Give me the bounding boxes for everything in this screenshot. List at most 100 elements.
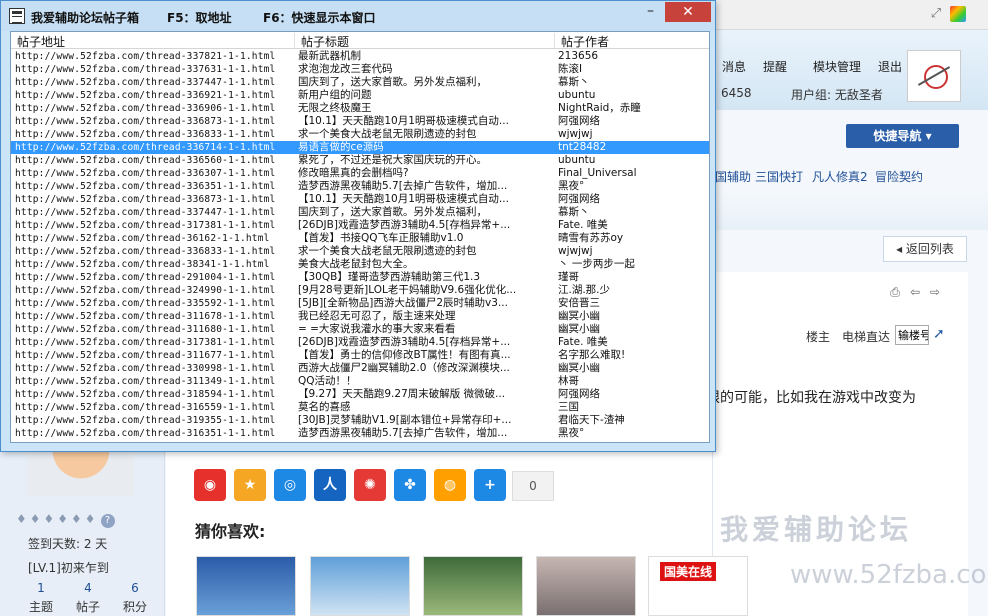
user-avatar[interactable] bbox=[907, 50, 961, 102]
nav-reminders[interactable]: 提醒 bbox=[763, 58, 787, 75]
floor-owner-label[interactable]: 楼主 bbox=[806, 328, 830, 345]
recommend-thumb[interactable] bbox=[536, 556, 636, 616]
list-row[interactable]: http://www.52fzba.com/thread-337447-1-1.… bbox=[11, 76, 709, 89]
list-row[interactable]: http://www.52fzba.com/thread-319355-1-1.… bbox=[11, 414, 709, 427]
nav-module-manage[interactable]: 模块管理 bbox=[813, 58, 861, 75]
list-row[interactable]: http://www.52fzba.com/thread-311678-1-1.… bbox=[11, 310, 709, 323]
share-weibo-icon[interactable]: ◉ bbox=[194, 469, 226, 501]
list-row[interactable]: http://www.52fzba.com/thread-36162-1-1.h… bbox=[11, 232, 709, 245]
quick-nav-button[interactable]: 快捷导航 ▾ bbox=[846, 124, 959, 148]
user-credits[interactable]: 6458 bbox=[721, 86, 752, 100]
list-row[interactable]: http://www.52fzba.com/thread-38341-1-1.h… bbox=[11, 258, 709, 271]
user-group[interactable]: 用户组: 无敌圣者 bbox=[791, 86, 883, 103]
list-row[interactable]: http://www.52fzba.com/thread-291004-1-1.… bbox=[11, 271, 709, 284]
next-thread-icon[interactable]: ⇨ bbox=[927, 285, 943, 299]
list-row[interactable]: http://www.52fzba.com/thread-317381-1-1.… bbox=[11, 336, 709, 349]
list-row[interactable]: http://www.52fzba.com/thread-311349-1-1.… bbox=[11, 375, 709, 388]
post-title: [26DJB]戏霞造梦西游3辅助4.5[存档异常+... bbox=[298, 219, 511, 231]
hotkey-show-hint: F6：快速显示本窗口 bbox=[263, 11, 376, 25]
list-row[interactable]: http://www.52fzba.com/thread-311680-1-1.… bbox=[11, 323, 709, 336]
share-netease-icon[interactable]: ✺ bbox=[354, 469, 386, 501]
post-url: http://www.52fzba.com/thread-335592-1-1.… bbox=[15, 298, 276, 309]
list-row[interactable]: http://www.52fzba.com/thread-337631-1-1.… bbox=[11, 63, 709, 76]
post-title: [5JB][全新物品]西游大战僵尸2辰时辅助v3... bbox=[298, 297, 508, 309]
browser-app-icon[interactable] bbox=[950, 6, 966, 22]
subnav-item[interactable]: 国辅助 bbox=[715, 168, 751, 185]
recommend-thumb[interactable] bbox=[310, 556, 410, 616]
list-row[interactable]: http://www.52fzba.com/thread-336833-1-1.… bbox=[11, 245, 709, 258]
list-row[interactable]: http://www.52fzba.com/thread-316351-1-1.… bbox=[11, 427, 709, 440]
post-author: 林哥 bbox=[558, 375, 579, 387]
minimize-button[interactable]: – bbox=[637, 2, 664, 22]
author-avatar[interactable] bbox=[28, 450, 134, 496]
post-author: 黑夜° bbox=[558, 180, 585, 192]
list-row[interactable]: http://www.52fzba.com/thread-336873-1-1.… bbox=[11, 115, 709, 128]
share-qzone-icon[interactable]: ★ bbox=[234, 469, 266, 501]
stat-number: 1 bbox=[37, 581, 45, 595]
post-author: 瑾哥 bbox=[558, 271, 579, 283]
floor-number-input[interactable] bbox=[895, 325, 929, 345]
app-icon[interactable] bbox=[9, 8, 25, 24]
post-url: http://www.52fzba.com/thread-336873-1-1.… bbox=[15, 116, 276, 127]
recommend-thumb[interactable] bbox=[196, 556, 296, 616]
medal-gems-icon: ♦♦♦♦♦♦ bbox=[16, 512, 99, 526]
help-icon[interactable]: ? bbox=[100, 514, 115, 528]
list-row[interactable]: http://www.52fzba.com/thread-336351-1-1.… bbox=[11, 180, 709, 193]
post-author: 慕斯丶 bbox=[558, 206, 590, 218]
stat-points[interactable]: 6 积分 bbox=[113, 581, 157, 615]
stat-posts[interactable]: 4 帖子 bbox=[66, 581, 110, 615]
list-row[interactable]: http://www.52fzba.com/thread-324990-1-1.… bbox=[11, 284, 709, 297]
recommend-thumb[interactable] bbox=[423, 556, 523, 616]
print-icon[interactable]: ⎙ bbox=[887, 285, 903, 299]
fullscreen-icon[interactable]: ⤢ bbox=[928, 6, 944, 22]
subnav-item[interactable]: 三国快打 bbox=[755, 168, 803, 185]
list-row[interactable]: http://www.52fzba.com/thread-337447-1-1.… bbox=[11, 206, 709, 219]
list-row[interactable]: http://www.52fzba.com/thread-335592-1-1.… bbox=[11, 297, 709, 310]
list-row[interactable]: http://www.52fzba.com/thread-337821-1-1.… bbox=[11, 50, 709, 63]
column-header-url[interactable]: 帖子地址 bbox=[11, 33, 295, 48]
post-author: 丶 一步两步一起 bbox=[558, 258, 635, 270]
column-header-title[interactable]: 帖子标题 bbox=[295, 33, 555, 48]
nav-logout[interactable]: 退出 bbox=[878, 58, 902, 75]
list-row[interactable]: http://www.52fzba.com/thread-336307-1-1.… bbox=[11, 167, 709, 180]
share-more-icon[interactable]: + bbox=[474, 469, 506, 501]
nav-messages[interactable]: 消息 bbox=[722, 58, 746, 75]
list-header: 帖子地址 帖子标题 帖子作者 bbox=[11, 32, 709, 49]
list-row[interactable]: http://www.52fzba.com/thread-336921-1-1.… bbox=[11, 89, 709, 102]
post-url: http://www.52fzba.com/thread-336921-1-1.… bbox=[15, 90, 276, 101]
list-row[interactable]: http://www.52fzba.com/thread-330998-1-1.… bbox=[11, 362, 709, 375]
post-title: 【30QB】瑾哥造梦西游辅助第三代1.3 bbox=[298, 271, 481, 283]
stat-threads[interactable]: 1 主题 bbox=[19, 581, 63, 615]
post-author: Final_Universal bbox=[558, 167, 637, 179]
post-url: http://www.52fzba.com/thread-336560-1-1.… bbox=[15, 155, 276, 166]
share-renren-icon[interactable]: 人 bbox=[314, 469, 346, 501]
share-baidu-icon[interactable]: ✤ bbox=[394, 469, 426, 501]
post-list[interactable]: 帖子地址 帖子标题 帖子作者 http://www.52fzba.com/thr… bbox=[10, 31, 710, 443]
column-header-author[interactable]: 帖子作者 bbox=[555, 33, 709, 48]
post-title: QQ活动！！ bbox=[298, 375, 357, 387]
close-button[interactable]: ✕ bbox=[665, 2, 711, 22]
subnav-item[interactable]: 凡人修真2 bbox=[812, 168, 868, 185]
post-author: 名字那么难取! bbox=[558, 349, 626, 361]
window-titlebar[interactable]: 我爱辅助论坛帖子箱 F5：取地址 F6：快速显示本窗口 – ✕ bbox=[1, 1, 715, 31]
list-row[interactable]: http://www.52fzba.com/thread-336906-1-1.… bbox=[11, 102, 709, 115]
share-tencent-weibo-icon[interactable]: ◎ bbox=[274, 469, 306, 501]
post-title: 【10.1】天天酷跑10月1明哥极速模式自动... bbox=[298, 193, 509, 205]
list-row[interactable]: http://www.52fzba.com/thread-317381-1-1.… bbox=[11, 219, 709, 232]
stat-number: 4 bbox=[84, 581, 92, 595]
list-rows: http://www.52fzba.com/thread-337821-1-1.… bbox=[11, 50, 709, 440]
prev-thread-icon[interactable]: ⇦ bbox=[907, 285, 923, 299]
post-author: ubuntu bbox=[558, 89, 596, 101]
list-row[interactable]: http://www.52fzba.com/thread-336873-1-1.… bbox=[11, 193, 709, 206]
list-row[interactable]: http://www.52fzba.com/thread-336714-1-1.… bbox=[11, 141, 709, 154]
share-qq-icon[interactable]: ◍ bbox=[434, 469, 466, 501]
list-row[interactable]: http://www.52fzba.com/thread-336560-1-1.… bbox=[11, 154, 709, 167]
list-row[interactable]: http://www.52fzba.com/thread-316559-1-1.… bbox=[11, 401, 709, 414]
back-to-list-button[interactable]: ◂ 返回列表 bbox=[883, 236, 967, 262]
subnav-item[interactable]: 冒险契约 bbox=[875, 168, 923, 185]
floor-go-icon[interactable]: ➚ bbox=[933, 326, 945, 342]
list-row[interactable]: http://www.52fzba.com/thread-318594-1-1.… bbox=[11, 388, 709, 401]
list-row[interactable]: http://www.52fzba.com/thread-336833-1-1.… bbox=[11, 128, 709, 141]
list-row[interactable]: http://www.52fzba.com/thread-311677-1-1.… bbox=[11, 349, 709, 362]
post-title: = =大家说我灌水的事大家来看看 bbox=[298, 323, 456, 335]
